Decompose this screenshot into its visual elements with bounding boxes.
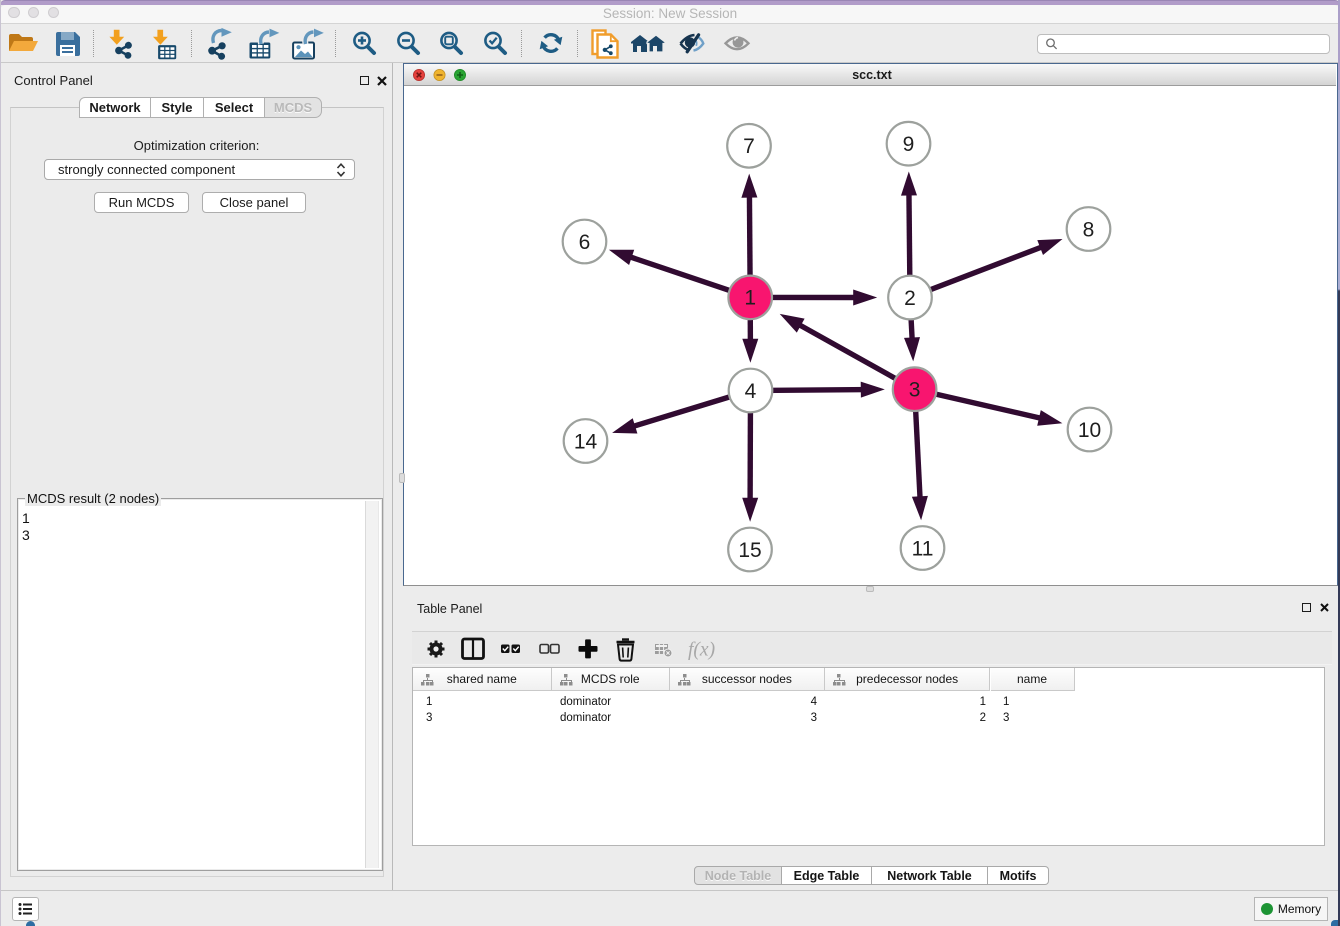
svg-text:6: 6 — [579, 230, 591, 253]
svg-text:3: 3 — [909, 378, 921, 401]
svg-text:9: 9 — [903, 133, 915, 156]
svg-text:f(x): f(x) — [688, 640, 715, 661]
svg-text:7: 7 — [743, 135, 755, 158]
svg-text:1: 1 — [744, 286, 756, 309]
svg-text:4: 4 — [745, 379, 757, 402]
svg-text:11: 11 — [912, 537, 934, 560]
svg-text:14: 14 — [574, 430, 598, 453]
svg-text:10: 10 — [1078, 418, 1101, 441]
svg-text:2: 2 — [904, 286, 916, 309]
svg-text:8: 8 — [1083, 218, 1095, 241]
svg-text:15: 15 — [738, 538, 761, 561]
